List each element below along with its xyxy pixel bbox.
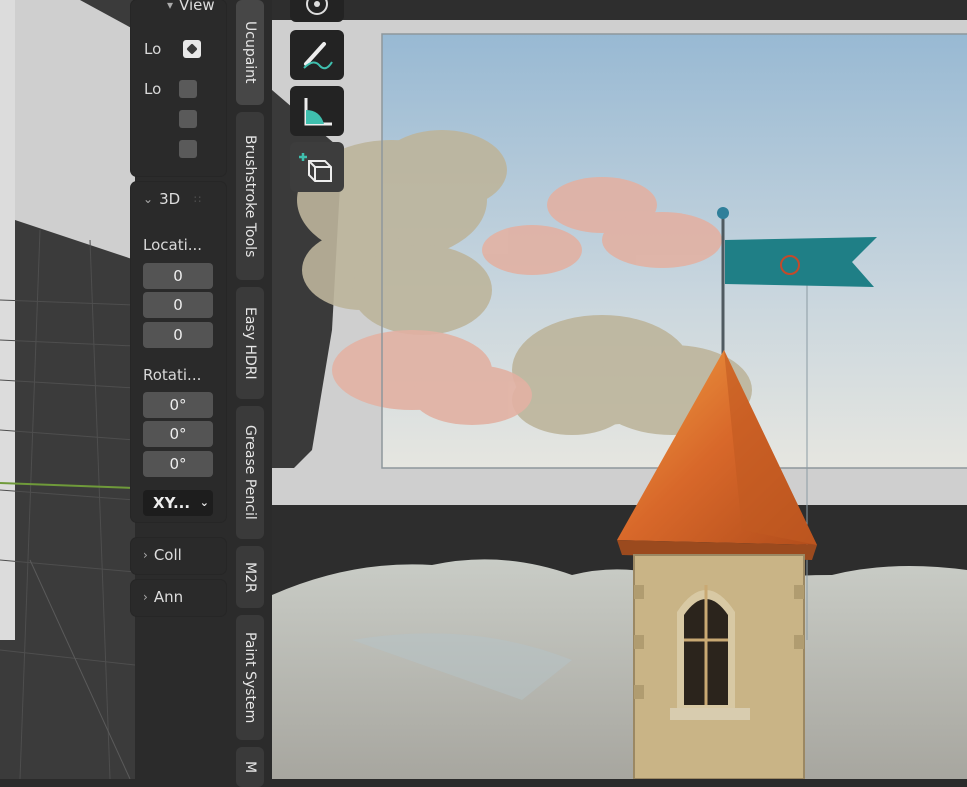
chevron-right-icon: › — [143, 548, 148, 562]
add-cube-button[interactable] — [290, 142, 344, 192]
rotation-label: Rotati... — [143, 366, 202, 384]
rotation-x-field[interactable]: 0° — [143, 392, 213, 418]
tab-label: Grease Pencil — [242, 425, 258, 520]
draw-tool-button[interactable] — [290, 30, 344, 80]
chevron-down-icon: ⌄ — [143, 192, 154, 206]
left-viewport[interactable] — [0, 0, 135, 779]
tab-label: Easy HDRI — [242, 306, 258, 380]
chevron-down-icon: ⌄ — [199, 496, 209, 509]
draw-icon — [303, 42, 333, 70]
view-panel-title: View — [179, 0, 215, 14]
tab-m2r[interactable]: M2R — [236, 546, 264, 608]
rotation-y-field[interactable]: 0° — [143, 421, 213, 447]
tab-easy-hdri[interactable]: Easy HDRI — [236, 287, 264, 399]
tool-column — [288, 0, 346, 200]
annotations-panel[interactable]: › Ann — [131, 580, 226, 616]
tab-label: Brushstroke Tools — [242, 134, 258, 258]
lock-rotation-label: Lo — [144, 80, 162, 98]
annotations-panel-title: Ann — [153, 588, 184, 606]
measure-tool-button[interactable] — [290, 86, 344, 136]
rotation-mode-value: XY... — [153, 494, 191, 512]
view-panel: ▾ View Lo Lo — [131, 0, 226, 176]
lock-toggle[interactable] — [179, 140, 197, 158]
location-label: Locati... — [143, 236, 203, 254]
lock-toggle[interactable] — [179, 110, 197, 128]
location-y-field[interactable]: 0 — [143, 292, 213, 318]
transform-panel-title: 3D — [159, 190, 181, 208]
tab-paint-system[interactable]: Paint System — [236, 615, 264, 740]
rotation-z-field[interactable]: 0° — [143, 451, 213, 477]
transform-panel: ⌄ 3D ∷ Locati... 0 0 0 Rotati... 0° 0° 0… — [131, 182, 226, 522]
lock-toggle-active[interactable] — [183, 40, 201, 58]
collections-panel[interactable]: › Coll — [131, 538, 226, 574]
tab-brushstroke-tools[interactable]: Brushstroke Tools — [236, 112, 264, 280]
chevron-right-icon: › — [143, 590, 148, 604]
sidebar-tabs: Ucupaint Brushstroke Tools Easy HDRI Gre… — [236, 0, 266, 787]
tab-more[interactable]: M — [236, 747, 264, 787]
viewport-grid — [0, 0, 135, 779]
tab-label: M2R — [242, 561, 258, 593]
measure-icon — [304, 98, 332, 126]
location-z-field[interactable]: 0 — [143, 322, 213, 348]
collections-panel-title: Coll — [153, 546, 182, 564]
tab-ucupaint[interactable]: Ucupaint — [236, 0, 264, 105]
drag-handle-icon[interactable]: ∷ — [194, 193, 201, 206]
location-x-field[interactable]: 0 — [143, 263, 213, 289]
orbit-button[interactable] — [290, 0, 344, 22]
scene-render — [272, 0, 967, 779]
tab-label: Paint System — [242, 631, 258, 724]
orbit-icon — [306, 0, 328, 15]
main-viewport[interactable] — [272, 0, 967, 779]
chevron-down-icon: ▾ — [167, 0, 174, 12]
collections-panel-header[interactable]: › Coll — [131, 538, 226, 572]
tab-grease-pencil[interactable]: Grease Pencil — [236, 406, 264, 539]
view-panel-header[interactable]: ▾ View — [155, 0, 215, 22]
transform-panel-header[interactable]: ⌄ 3D ∷ — [131, 182, 226, 216]
lock-toggle[interactable] — [179, 80, 197, 98]
annotations-panel-header[interactable]: › Ann — [131, 580, 226, 614]
lock-location-label: Lo — [144, 40, 162, 58]
tab-label: M — [242, 760, 258, 774]
add-cube-icon — [299, 153, 332, 182]
rotation-mode-select[interactable]: XY... ⌄ — [143, 490, 213, 516]
tab-label: Ucupaint — [242, 21, 258, 84]
